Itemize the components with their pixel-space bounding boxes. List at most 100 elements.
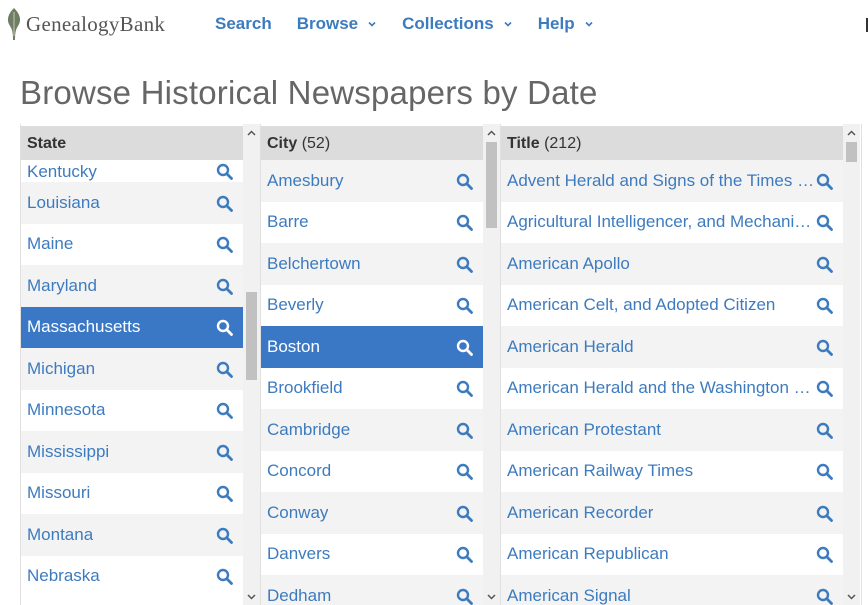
- magnifier-icon[interactable]: [216, 485, 233, 503]
- title-row[interactable]: American Republican: [501, 534, 843, 576]
- magnifier-icon[interactable]: [456, 173, 473, 190]
- nav-collections[interactable]: Collections: [402, 14, 513, 34]
- title-row[interactable]: Agricultural Intelligencer, and Mechanic…: [501, 202, 843, 244]
- state-header-label: State: [27, 135, 67, 152]
- title-row[interactable]: American Herald: [501, 326, 843, 368]
- magnifier-icon[interactable]: [456, 546, 473, 564]
- magnifier-icon[interactable]: [456, 422, 473, 439]
- state-row[interactable]: Kentucky: [21, 159, 243, 182]
- title-row[interactable]: American Railway Times: [501, 451, 843, 493]
- magnifier-icon[interactable]: [456, 380, 473, 398]
- magnifier-icon[interactable]: [816, 463, 833, 481]
- state-row[interactable]: Maine: [21, 224, 243, 266]
- title-row[interactable]: Advent Herald and Signs of the Times R..…: [501, 160, 843, 202]
- state-row[interactable]: Maryland: [21, 265, 243, 307]
- magnifier-icon[interactable]: [216, 444, 233, 461]
- city-row[interactable]: Brookfield: [261, 368, 483, 410]
- magnifier-icon[interactable]: [216, 195, 233, 212]
- city-row[interactable]: Boston: [261, 326, 483, 368]
- state-row[interactable]: Mississippi: [21, 431, 243, 473]
- magnifier-icon[interactable]: [816, 256, 833, 273]
- magnifier-icon[interactable]: [816, 546, 833, 564]
- magnifier-icon[interactable]: [216, 163, 233, 180]
- magnifier-icon[interactable]: [216, 236, 233, 254]
- title-row[interactable]: American Protestant: [501, 409, 843, 451]
- state-row[interactable]: Missouri: [21, 473, 243, 515]
- title-column: Title (212) Advent Herald and Signs of t…: [500, 124, 862, 605]
- city-row[interactable]: Concord: [261, 451, 483, 493]
- state-row-label: Missouri: [27, 483, 91, 503]
- nav-help[interactable]: Help: [538, 14, 594, 34]
- magnifier-icon[interactable]: [456, 256, 473, 273]
- magnifier-icon[interactable]: [216, 527, 233, 544]
- state-row[interactable]: Nebraska: [21, 556, 243, 598]
- title-column-header: Title (212): [501, 126, 843, 160]
- state-row[interactable]: Minnesota: [21, 390, 243, 432]
- title-header-label: Title: [507, 135, 540, 152]
- magnifier-icon[interactable]: [456, 297, 473, 315]
- city-row[interactable]: Beverly: [261, 285, 483, 327]
- magnifier-icon[interactable]: [456, 214, 473, 232]
- chevron-down-icon: [585, 21, 593, 27]
- scroll-thumb[interactable]: [486, 142, 497, 228]
- chevron-up-icon: [847, 129, 856, 136]
- scroll-down-arrow[interactable]: [243, 588, 260, 605]
- magnifier-icon[interactable]: [456, 505, 473, 522]
- state-row[interactable]: Montana: [21, 514, 243, 556]
- city-row[interactable]: Danvers: [261, 534, 483, 576]
- state-scrollbar[interactable]: [243, 124, 260, 605]
- magnifier-icon[interactable]: [216, 319, 233, 337]
- chevron-down-icon: [847, 593, 856, 600]
- nav-search[interactable]: Search: [215, 14, 272, 34]
- magnifier-icon[interactable]: [816, 173, 833, 190]
- city-row[interactable]: Dedham: [261, 575, 483, 605]
- magnifier-icon[interactable]: [816, 339, 833, 356]
- state-row[interactable]: Michigan: [21, 348, 243, 390]
- magnifier-icon[interactable]: [216, 568, 233, 586]
- magnifier-icon[interactable]: [216, 402, 233, 420]
- city-row[interactable]: Belchertown: [261, 243, 483, 285]
- magnifier-icon[interactable]: [816, 505, 833, 522]
- magnifier-icon[interactable]: [816, 588, 833, 605]
- scroll-thumb[interactable]: [246, 292, 257, 380]
- magnifier-icon[interactable]: [816, 422, 833, 439]
- title-row[interactable]: American Apollo: [501, 243, 843, 285]
- title-row[interactable]: American Signal: [501, 575, 843, 605]
- city-row[interactable]: Conway: [261, 492, 483, 534]
- state-row[interactable]: Massachusetts: [21, 306, 243, 348]
- magnifier-icon[interactable]: [216, 278, 233, 295]
- title-scrollbar[interactable]: [843, 124, 860, 605]
- title-row[interactable]: American Herald and the Washington G...: [501, 368, 843, 410]
- city-row[interactable]: Amesbury: [261, 160, 483, 202]
- magnifier-icon[interactable]: [456, 463, 473, 481]
- scroll-down-arrow[interactable]: [483, 588, 500, 605]
- nav-browse[interactable]: Browse: [297, 14, 377, 34]
- scroll-up-arrow[interactable]: [843, 124, 860, 141]
- title-list: Advent Herald and Signs of the Times R..…: [501, 160, 843, 605]
- city-scrollbar[interactable]: [483, 124, 500, 605]
- magnifier-icon[interactable]: [456, 588, 473, 605]
- title-row[interactable]: American Recorder: [501, 492, 843, 534]
- scroll-thumb[interactable]: [846, 142, 857, 162]
- site-header: GenealogyBank Search Browse Collections …: [0, 0, 868, 50]
- logo[interactable]: GenealogyBank: [4, 4, 165, 44]
- magnifier-icon[interactable]: [456, 339, 473, 356]
- title-row-label: American Herald and the Washington G...: [507, 378, 815, 398]
- chevron-down-icon: [368, 21, 376, 27]
- state-column: Kentucky Louisiana Maine Maryland Massachuse…: [20, 124, 260, 605]
- magnifier-icon[interactable]: [816, 214, 833, 232]
- city-row[interactable]: Cambridge: [261, 409, 483, 451]
- city-row-label: Boston: [267, 336, 320, 356]
- scroll-up-arrow[interactable]: [483, 124, 500, 141]
- city-row[interactable]: Barre: [261, 202, 483, 244]
- magnifier-icon[interactable]: [216, 361, 233, 378]
- city-row-label: Brookfield: [267, 378, 343, 398]
- title-row[interactable]: American Celt, and Adopted Citizen: [501, 285, 843, 327]
- state-row[interactable]: Louisiana: [21, 182, 243, 224]
- nav-search-label: Search: [215, 14, 272, 33]
- magnifier-icon[interactable]: [816, 297, 833, 315]
- title-row-label: American Apollo: [507, 253, 630, 273]
- scroll-up-arrow[interactable]: [243, 124, 260, 141]
- magnifier-icon[interactable]: [816, 380, 833, 398]
- scroll-down-arrow[interactable]: [843, 588, 860, 605]
